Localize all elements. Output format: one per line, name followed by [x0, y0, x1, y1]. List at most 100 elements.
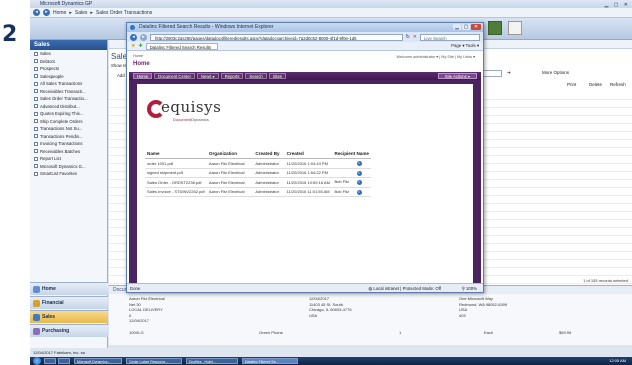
cell-name[interactable]: Sales Order - ORDST2236.pdf [145, 177, 207, 188]
cell-name[interactable]: signed shipment.pdf [145, 168, 207, 178]
taskbar-item[interactable]: Docfiles - Hotel... [186, 358, 238, 364]
sidebar-item[interactable]: Receivables Transacti... [30, 88, 107, 96]
sidebar-item[interactable]: Debtors [30, 58, 107, 66]
table-row[interactable]: Sales Invoice - STDINV2262.pdf Aaron Fitz… [145, 187, 371, 197]
nav-button-financial[interactable]: Financial [30, 296, 108, 309]
ie-command-bar[interactable]: Page ▾ Tools ▾ [451, 43, 483, 49]
list-page-icon [34, 74, 38, 79]
zoom-level[interactable]: ⚲ 100% [462, 284, 477, 293]
maximize-icon[interactable]: ▢ [462, 24, 470, 30]
tab-datalinc-results[interactable]: Datalinc Filtered Search Results [145, 42, 219, 50]
sidebar-item[interactable]: Sales [30, 50, 107, 58]
info-icon[interactable]: i [356, 189, 362, 195]
forward-icon[interactable]: ▸ [43, 9, 50, 16]
sidebar-item-label: Transactions Not Su... [40, 126, 83, 131]
delete-button[interactable]: Delete [589, 82, 602, 87]
detail-requested-ship-date: 12/04/2017 [129, 318, 150, 323]
nav-search[interactable]: Search [245, 73, 267, 79]
list-page-icon [34, 89, 38, 94]
refresh-button[interactable]: Refresh [610, 82, 626, 87]
search-input[interactable]: Live Search [420, 33, 480, 41]
nav-home[interactable]: Home [133, 73, 153, 79]
col-recipient-name[interactable]: Recipient Name [332, 150, 371, 159]
taskbar-item[interactable]: Cedar Lodge Resource... [126, 358, 182, 364]
col-name[interactable]: Name [145, 150, 207, 159]
breadcrumb-home[interactable]: Home [53, 10, 66, 16]
more-options-button[interactable]: More Options [542, 70, 569, 75]
sidebar-item-label: Receivables Transacti... [40, 88, 86, 94]
breadcrumb-sales[interactable]: Sales [75, 10, 88, 16]
taskbar-item[interactable]: Microsoft Dynamics... [74, 358, 122, 364]
stop-icon[interactable]: ✕ [413, 34, 417, 40]
welcome-menu[interactable]: Welcome administrator ▾ | My Site | My L… [396, 54, 475, 59]
cell-recipient: i [332, 158, 371, 169]
add-favorites-icon[interactable]: ✚ [138, 43, 142, 49]
nav-news[interactable]: News ▾ [197, 73, 219, 79]
close-icon[interactable]: ✕ [471, 24, 481, 30]
info-icon[interactable]: i [356, 180, 362, 186]
favorites-star-icon[interactable]: ★ [131, 43, 135, 49]
gp-window-controls[interactable]: ▁ ▢ ✕ [604, 1, 630, 9]
sidebar-item[interactable]: Quotes Expiring This... [30, 110, 107, 118]
sidebar-item[interactable]: Salespeople [30, 73, 107, 81]
sidebar-title: Sales [30, 40, 107, 50]
info-icon[interactable]: i [356, 161, 362, 167]
cell-name[interactable]: Sales Invoice - STDINV2262.pdf [145, 187, 207, 197]
sidebar-item[interactable]: Ship Complete Orders [30, 118, 107, 126]
table-row[interactable]: order 1001.pdf Aaron Fitz Electrical Admin… [145, 158, 371, 169]
print-button[interactable]: Print [567, 82, 576, 87]
sidebar-item[interactable]: Report List [30, 155, 107, 163]
minimize-icon[interactable]: ▁ [453, 24, 461, 30]
table-row[interactable]: Sales Order - ORDST2236.pdf Aaron Fitz El… [145, 177, 371, 188]
cell-org: Aaron Fitz Electrical [206, 177, 254, 188]
nav-button-sales[interactable]: Sales [30, 310, 108, 323]
sidebar-item[interactable]: Receivables Batches [30, 148, 107, 156]
list-page-icon [34, 164, 38, 169]
taskbar-item[interactable] [58, 358, 70, 364]
cell-by: Administrator [253, 158, 285, 169]
sidebar-item[interactable]: Microsoft Dynamics G... [30, 163, 107, 171]
table-row[interactable]: signed shipment.pdf Aaron Fitz Electrical… [145, 168, 371, 178]
detail-price: $59.95 [559, 330, 572, 335]
nav-reports[interactable]: Reports [220, 73, 244, 79]
sidebar-item[interactable]: All Sales Transactions [30, 80, 107, 88]
site-actions-button[interactable]: Site Actions ▾ [437, 73, 477, 79]
ribbon-big-button[interactable] [508, 21, 522, 35]
sidebar-item[interactable]: Sales Order Transactio... [30, 95, 107, 103]
info-icon[interactable]: i [356, 170, 362, 176]
main-title-fragment: Sale [111, 52, 128, 61]
back-icon[interactable]: ◂ [33, 9, 40, 16]
cell-by: Administrator [253, 177, 285, 188]
ribbon-big-button[interactable] [488, 21, 502, 35]
detail-ship-to-country: USA [309, 312, 318, 318]
add-fragment[interactable]: Add [117, 73, 125, 78]
forward-icon[interactable]: ▸ [140, 33, 147, 41]
col-created-by[interactable]: Created By [253, 150, 285, 159]
col-created[interactable]: Created [284, 150, 333, 159]
sidebar-item[interactable]: Invoicing Transactions [30, 140, 107, 148]
sidebar-item[interactable]: Advanced Distribut... [30, 103, 107, 111]
sidebar-item[interactable]: Transactions Pendin... [30, 133, 107, 141]
sidebar-item[interactable]: Transactions Not Su... [30, 125, 107, 133]
zone-label: Local intranet | Protected Mode: Off [373, 286, 441, 291]
list-page-icon [34, 156, 38, 161]
taskbar-item[interactable] [44, 358, 56, 364]
taskbar-item-active[interactable]: Datalinc Filtered Se... [242, 358, 298, 364]
refresh-icon[interactable]: ↻ [406, 34, 410, 40]
cell-name[interactable]: order 1001.pdf [145, 158, 207, 169]
back-icon[interactable]: ◂ [130, 33, 137, 41]
nav-document-center[interactable]: Document Center [154, 73, 195, 79]
sidebar-item[interactable]: Prospects [30, 65, 107, 73]
filter-go-icon[interactable]: ➔ [507, 70, 511, 76]
nav-sites[interactable]: Sites [268, 73, 287, 79]
nav-button-home[interactable]: Home [30, 282, 108, 295]
detail-quantity: 1 [399, 330, 402, 335]
nav-button-purchasing[interactable]: Purchasing [30, 324, 108, 337]
url-input[interactable]: http://2803c2qs260/pages/datadocsfiltere… [150, 33, 403, 41]
breadcrumb-sales-order-transactions[interactable]: Sales Order Transactions [96, 10, 152, 16]
col-organization[interactable]: Organization [206, 150, 254, 159]
ie-icon [130, 25, 135, 30]
sidebar-item[interactable]: SmartList Favorites [30, 170, 107, 178]
start-button-icon[interactable] [33, 357, 41, 365]
site-breadcrumb[interactable]: Home [133, 54, 143, 58]
